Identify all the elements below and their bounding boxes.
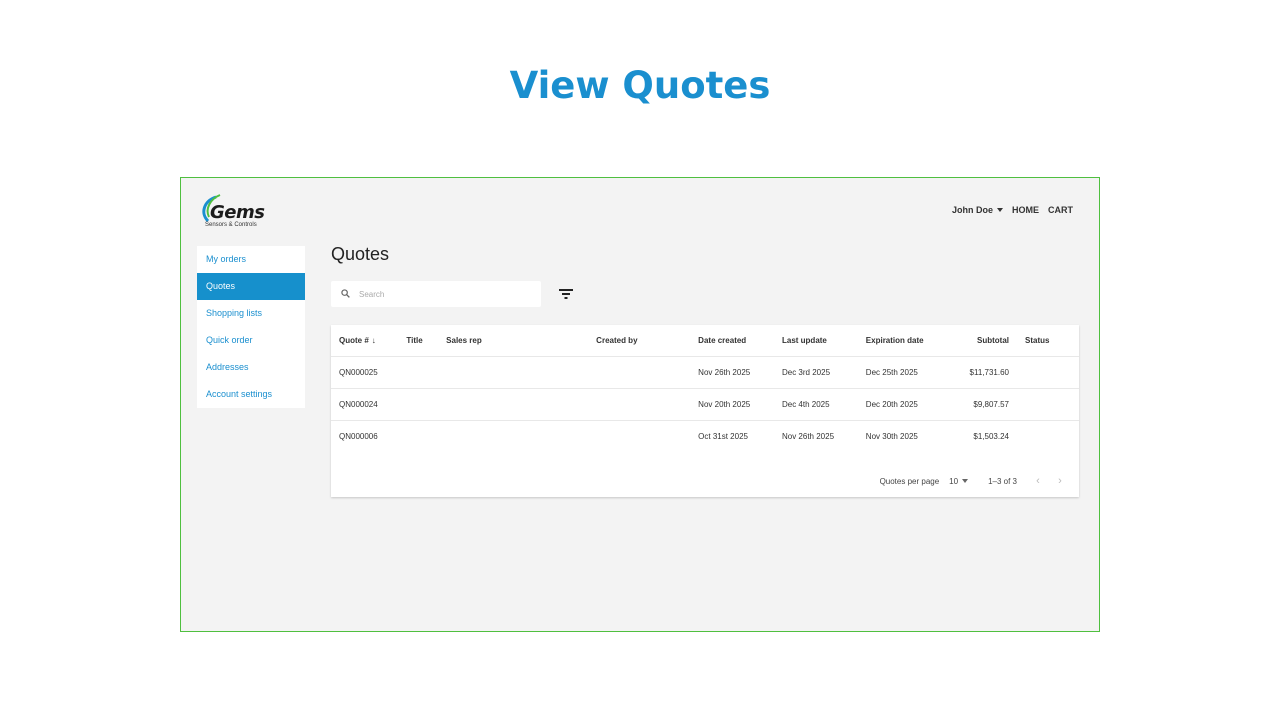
slide-title: View Quotes (509, 64, 771, 107)
sidebar-item-account-settings[interactable]: Account settings (197, 381, 305, 408)
column-header-expiration-date[interactable]: Expiration date (858, 325, 949, 356)
filter-icon[interactable] (559, 288, 573, 300)
pagination: Quotes per page 10 1–3 of 3 ‹ › (880, 475, 1071, 487)
sidebar-item-quotes[interactable]: Quotes (197, 273, 305, 300)
search-icon (341, 289, 350, 298)
table-row[interactable]: QN000024 Nov 20th 2025 Dec 4th 2025 Dec … (331, 387, 1079, 420)
title-cell (398, 387, 439, 420)
arrow-down-icon: ↓ (371, 335, 376, 345)
title-cell (398, 419, 439, 452)
sidebar-item-shopping-lists[interactable]: Shopping lists (197, 300, 305, 327)
subtotal-cell: $9,807.57 (948, 387, 1017, 420)
title-cell (398, 355, 439, 388)
expiration-date-cell: Dec 20th 2025 (857, 387, 949, 420)
last-update-cell: Nov 26th 2025 (773, 419, 858, 452)
chevron-left-icon[interactable]: ‹ (1027, 475, 1049, 487)
status-cell (1017, 387, 1079, 420)
last-update-cell: Dec 4th 2025 (773, 387, 858, 420)
page-title: Quotes (331, 244, 390, 264)
pagination-range: 1–3 of 3 (988, 476, 1017, 486)
column-header-status[interactable]: Status (1017, 325, 1079, 356)
account-sidebar: My orders Quotes Shopping lists Quick or… (197, 246, 305, 408)
top-nav: John Doe HOME CART (952, 205, 1073, 215)
status-cell (1017, 419, 1079, 452)
column-label: Quote # (339, 335, 369, 345)
subtotal-cell: $11,731.60 (948, 355, 1017, 388)
expiration-date-cell: Dec 25th 2025 (857, 355, 949, 388)
quote-number-cell[interactable]: QN000006 (331, 419, 399, 452)
sales-rep-cell (438, 419, 589, 452)
column-header-date-created[interactable]: Date created (690, 325, 774, 356)
table-row[interactable]: QN000025 Nov 26th 2025 Dec 3rd 2025 Dec … (331, 355, 1079, 388)
quote-number-cell[interactable]: QN000024 (331, 387, 399, 420)
sales-rep-cell (438, 355, 589, 388)
rows-per-page-label: Quotes per page (879, 476, 940, 486)
date-created-cell: Nov 26th 2025 (690, 355, 774, 388)
user-menu[interactable]: John Doe (952, 205, 1003, 215)
logo-tagline: Sensors & Controls (205, 222, 257, 228)
search-box (331, 281, 541, 307)
chevron-down-icon (997, 208, 1003, 212)
table-header-row: Quote # ↓ Title Sales rep Created by Date… (331, 325, 1079, 356)
date-created-cell: Nov 20th 2025 (690, 387, 774, 420)
app-screenshot-frame: Gems Sensors & Controls John Doe HOME CA… (180, 177, 1100, 632)
table-row[interactable]: QN000006 Oct 31st 2025 Nov 26th 2025 Nov… (331, 419, 1079, 452)
sidebar-item-my-orders[interactable]: My orders (197, 246, 305, 273)
created-by-cell (588, 419, 691, 452)
search-input[interactable] (359, 286, 529, 302)
sidebar-item-quick-order[interactable]: Quick order (197, 327, 305, 354)
column-header-last-update[interactable]: Last update (774, 325, 858, 356)
logo-wordmark: Gems (210, 202, 265, 223)
chevron-down-icon (962, 479, 969, 483)
column-header-created-by[interactable]: Created by (588, 325, 690, 356)
expiration-date-cell: Nov 30th 2025 (857, 419, 949, 452)
chevron-right-icon[interactable]: › (1049, 475, 1071, 487)
created-by-cell (588, 355, 691, 388)
column-header-sales-rep[interactable]: Sales rep (438, 325, 588, 356)
date-created-cell: Oct 31st 2025 (690, 419, 774, 452)
status-cell (1017, 355, 1079, 388)
user-name: John Doe (951, 205, 993, 215)
quotes-table: Quote # ↓ Title Sales rep Created by Date… (331, 325, 1079, 452)
sales-rep-cell (438, 387, 589, 420)
gems-logo[interactable]: Gems Sensors & Controls (196, 191, 276, 231)
rows-per-page-value: 10 (949, 476, 959, 486)
home-link[interactable]: HOME (1012, 205, 1039, 215)
created-by-cell (588, 387, 691, 420)
rows-per-page-select[interactable]: 10 (949, 476, 969, 486)
column-header-quote-number[interactable]: Quote # ↓ (331, 325, 398, 356)
quote-number-cell[interactable]: QN000025 (331, 355, 399, 388)
cart-link[interactable]: CART (1048, 205, 1073, 215)
quotes-table-card: Quote # ↓ Title Sales rep Created by Date… (331, 325, 1079, 497)
column-header-title[interactable]: Title (398, 325, 438, 356)
column-header-subtotal[interactable]: Subtotal (949, 325, 1017, 356)
subtotal-cell: $1,503.24 (948, 419, 1017, 452)
sidebar-item-addresses[interactable]: Addresses (197, 354, 305, 381)
last-update-cell: Dec 3rd 2025 (773, 355, 858, 388)
